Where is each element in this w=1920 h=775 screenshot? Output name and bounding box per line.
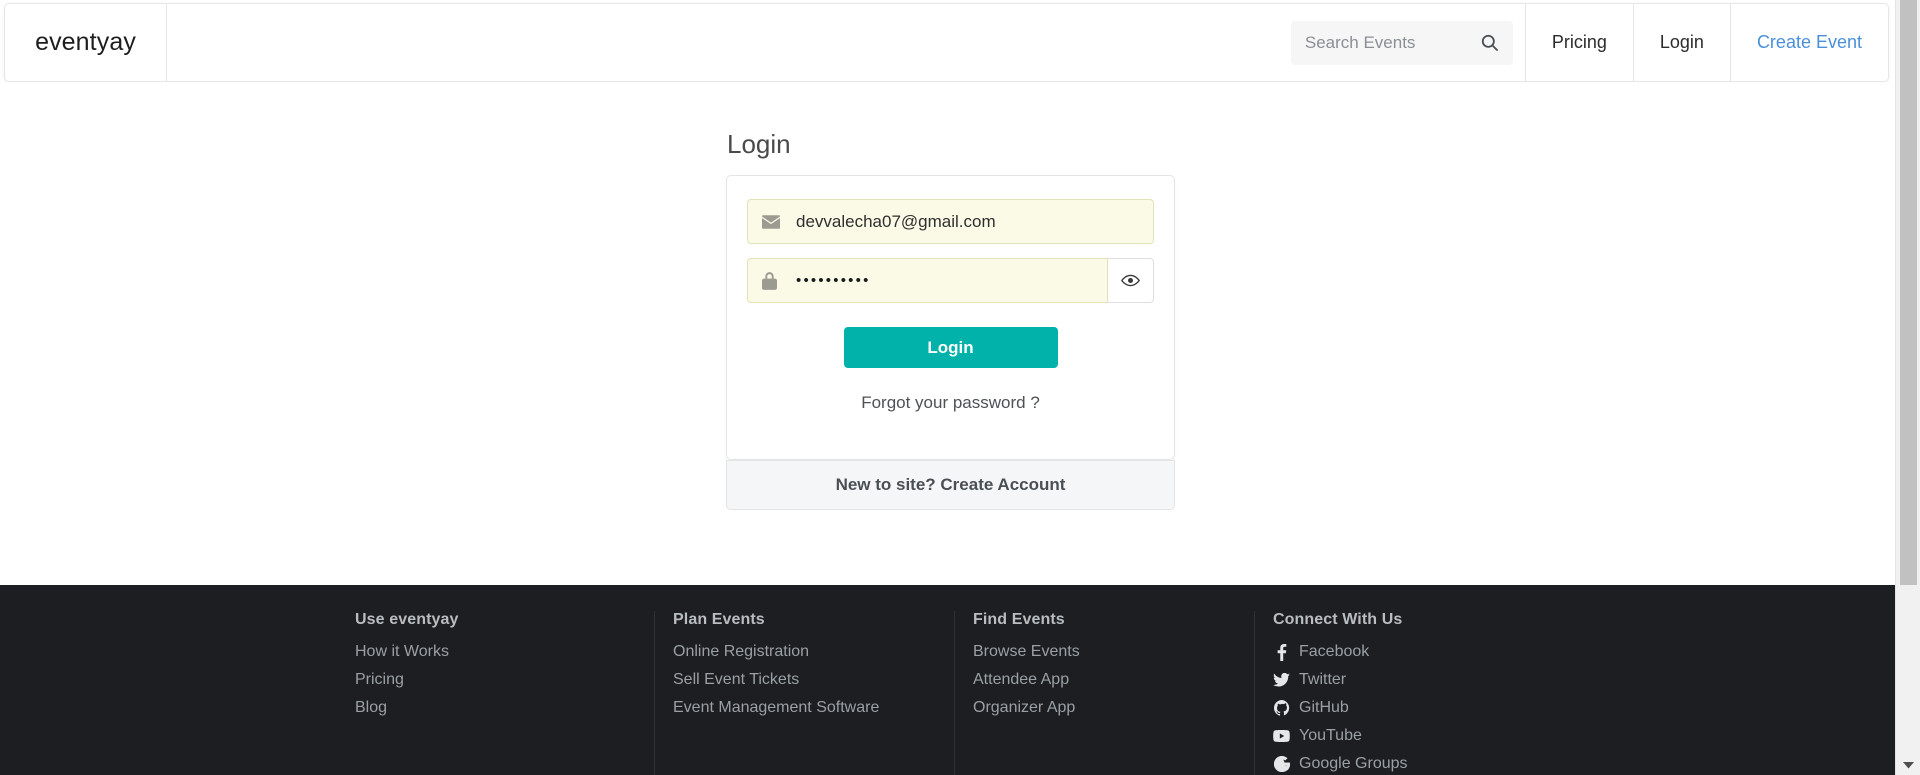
nav-item-pricing[interactable]: Pricing [1524,4,1633,81]
email-input[interactable]: devvalecha07@gmail.com [787,212,1153,232]
footer-link-pricing[interactable]: Pricing [355,666,638,694]
footer-link-organizer-app[interactable]: Organizer App [973,694,1238,722]
nav-item-pricing-label: Pricing [1551,32,1607,52]
chevron-down-icon[interactable] [1896,757,1920,773]
youtube-icon [1273,730,1290,742]
social-link-facebook[interactable]: Facebook [1273,638,1539,666]
lock-icon [762,271,787,290]
social-link-label: Facebook [1299,643,1370,660]
email-field-row: devvalecha07@gmail.com [747,199,1154,244]
social-link-github[interactable]: GitHub [1273,694,1539,722]
footer-columns: Use eventyay How it Works Pricing Blog P… [355,611,1655,775]
site-header: eventyay Search Events Pricing Login Cre… [4,3,1889,82]
google-icon [1273,756,1290,772]
footer-link-sell-event-tickets[interactable]: Sell Event Tickets [673,666,938,694]
envelope-icon [762,214,787,229]
nav-item-login-label: Login [1659,32,1704,52]
forgot-row: Forgot your password ? [747,393,1154,413]
footer-column-title: Connect With Us [1273,611,1403,628]
brand-logo[interactable]: eventyay [5,4,167,81]
browser-viewport: eventyay Search Events Pricing Login Cre… [0,0,1920,775]
header-nav: Search Events Pricing Login Create Event [1279,4,1888,81]
login-submit-button[interactable]: Login [843,327,1058,368]
facebook-icon [1273,643,1290,661]
submit-row: Login [747,327,1154,368]
brand-name: eventyay [35,28,136,56]
toggle-password-visibility-button[interactable] [1107,258,1154,303]
github-icon [1273,700,1290,716]
social-link-label: Twitter [1299,671,1347,688]
footer-link-online-registration[interactable]: Online Registration [673,638,938,666]
site-footer: Use eventyay How it Works Pricing Blog P… [0,585,1895,775]
footer-column-title: Use eventyay [355,611,459,628]
footer-column-title: Plan Events [673,611,765,628]
eye-icon [1121,274,1140,287]
header-spacer [167,4,1279,81]
footer-link-browse-events[interactable]: Browse Events [973,638,1238,666]
search-box[interactable]: Search Events [1290,20,1513,65]
nav-item-create-event-label: Create Event [1756,32,1862,52]
social-link-label: YouTube [1299,727,1362,744]
password-input[interactable]: •••••••••• [787,272,1107,289]
footer-link-how-it-works[interactable]: How it Works [355,638,638,666]
social-link-youtube[interactable]: YouTube [1273,722,1539,750]
search-icon[interactable] [1480,33,1499,52]
create-account-banner[interactable]: New to site? Create Account [726,460,1175,510]
twitter-icon [1273,673,1290,687]
footer-link-event-management-software[interactable]: Event Management Software [673,694,938,722]
login-card: devvalecha07@gmail.com •••••••••• Login … [726,175,1175,460]
footer-column-connect-with-us: Connect With Us Facebook Twitter GitHub … [1255,611,1555,775]
footer-link-blog[interactable]: Blog [355,694,638,722]
password-input-wrap[interactable]: •••••••••• [747,258,1107,303]
nav-item-login[interactable]: Login [1632,4,1730,81]
main-content: Login devvalecha07@gmail.com •••••••••• … [0,82,1895,585]
vertical-scrollbar[interactable] [1895,0,1920,775]
page-content: eventyay Search Events Pricing Login Cre… [0,0,1895,775]
page-title: Login [727,129,791,159]
create-account-label: New to site? Create Account [835,475,1066,494]
password-field-row: •••••••••• [747,258,1154,303]
social-link-label: GitHub [1299,699,1349,716]
forgot-password-link[interactable]: Forgot your password ? [861,393,1040,413]
search-cell: Search Events [1279,4,1525,81]
login-form: devvalecha07@gmail.com •••••••••• Login … [727,176,1174,413]
footer-column-title: Find Events [973,611,1065,628]
scrollbar-thumb[interactable] [1900,0,1917,585]
social-link-label: Google Groups [1299,755,1408,772]
footer-column-find-events: Find Events Browse Events Attendee App O… [955,611,1255,775]
footer-column-use-eventyay: Use eventyay How it Works Pricing Blog [355,611,655,775]
search-input[interactable]: Search Events [1305,33,1480,53]
email-input-wrap[interactable]: devvalecha07@gmail.com [747,199,1154,244]
footer-link-attendee-app[interactable]: Attendee App [973,666,1238,694]
nav-item-create-event[interactable]: Create Event [1729,4,1888,81]
social-link-twitter[interactable]: Twitter [1273,666,1539,694]
footer-column-plan-events: Plan Events Online Registration Sell Eve… [655,611,955,775]
social-link-google-groups[interactable]: Google Groups [1273,750,1539,775]
